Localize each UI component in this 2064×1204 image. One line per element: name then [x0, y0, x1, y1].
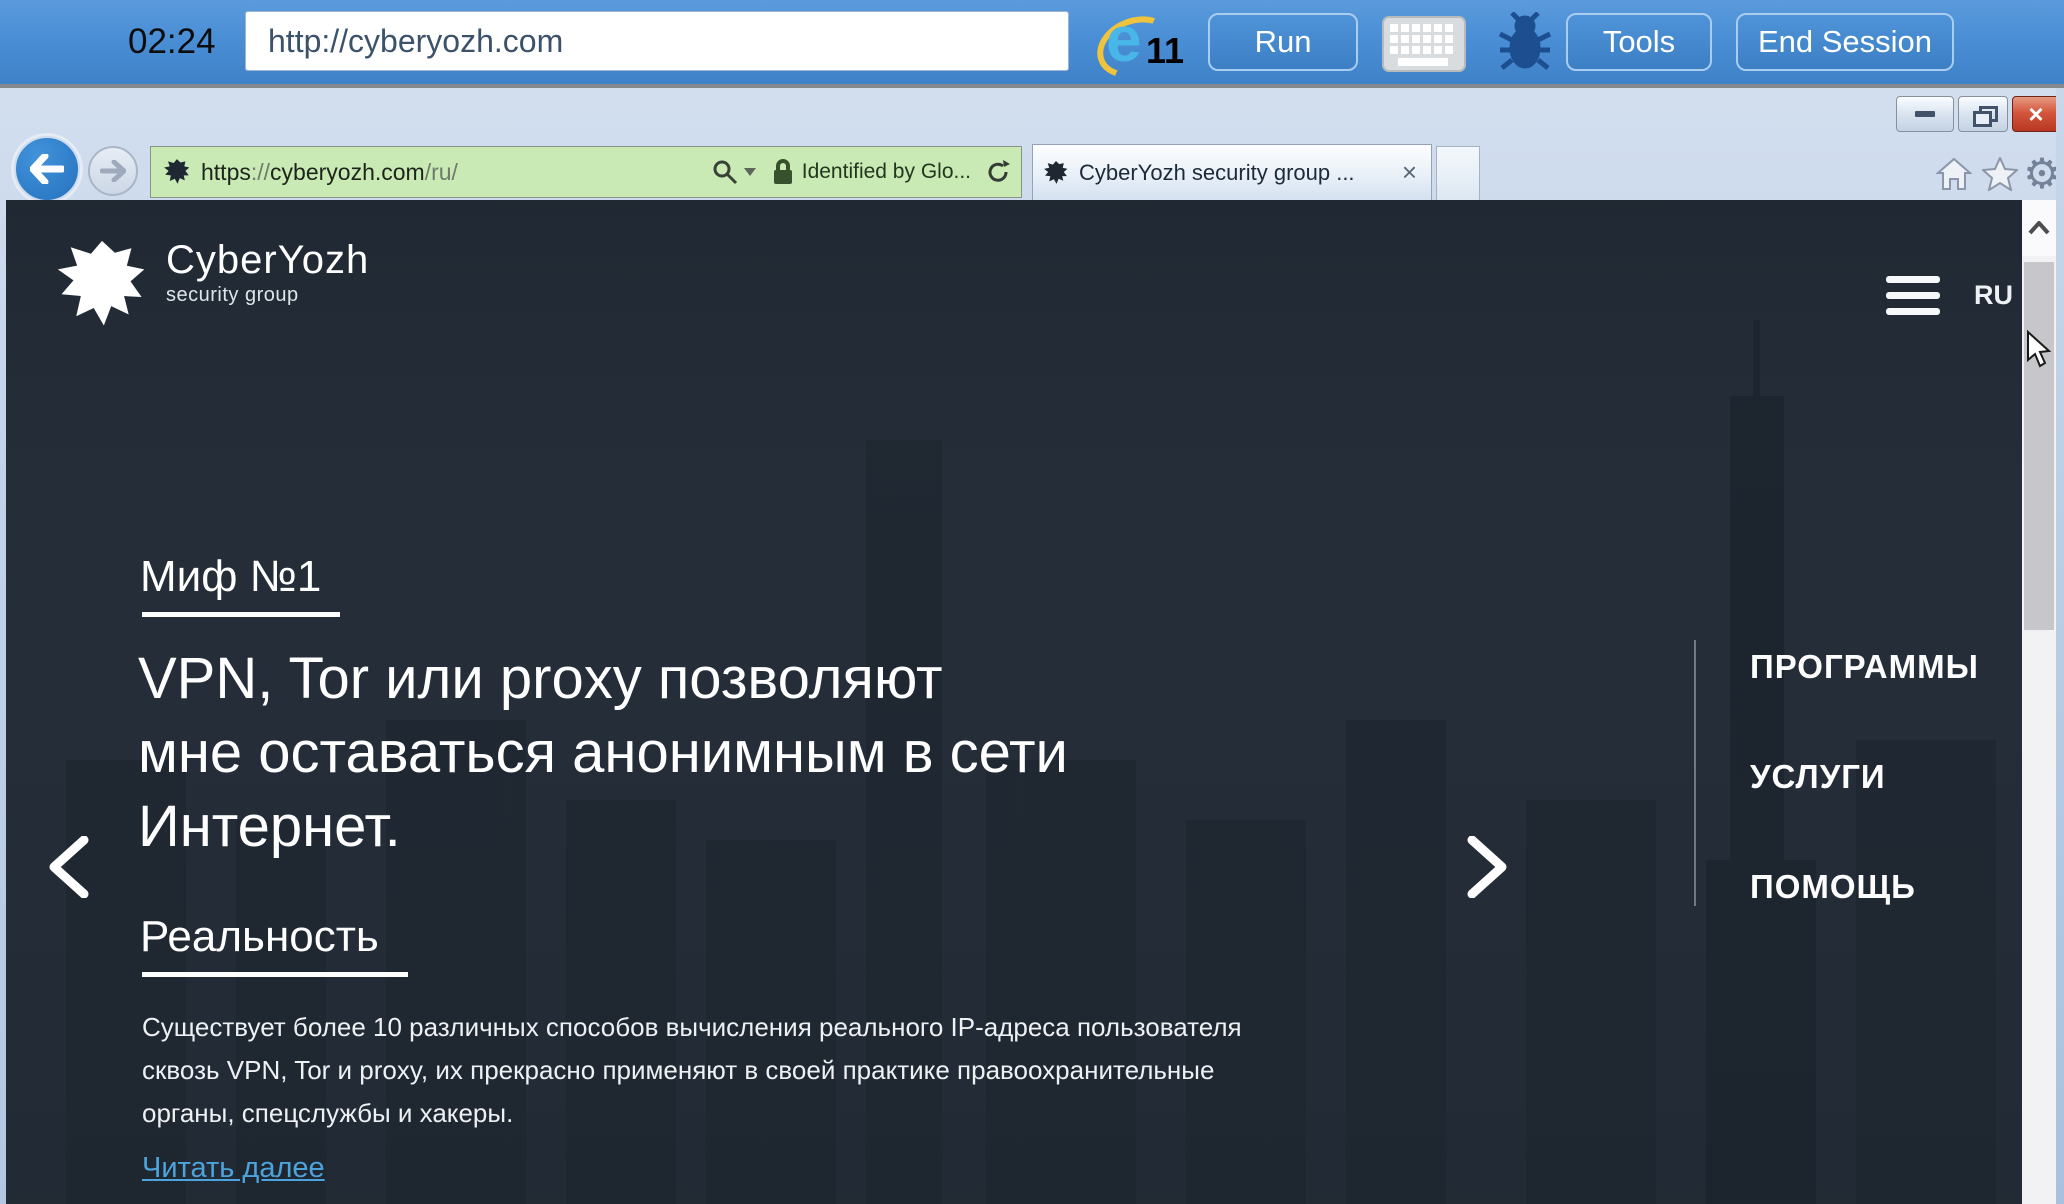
headline-line-1: VPN, Tor или proxy позволяют	[138, 646, 943, 711]
close-window-icon: ×	[2028, 98, 2044, 129]
url-scheme: https	[201, 158, 251, 185]
search-dropdown-icon[interactable]	[742, 166, 758, 178]
ie-version-badge: 11	[1146, 30, 1185, 71]
menu-item-help[interactable]: ПОМОЩЬ	[1750, 868, 1916, 906]
carousel-next-icon[interactable]	[1466, 835, 1510, 903]
menu-item-programs[interactable]: ПРОГРАММЫ	[1750, 648, 1979, 686]
ie11-logo-icon: e 11	[1087, 3, 1186, 89]
body-line-1: Существует более 10 различных способов в…	[142, 1012, 1242, 1042]
tab-favicon	[1044, 160, 1068, 184]
window-border	[0, 84, 2064, 88]
url-domain: cyberyozh.com	[270, 158, 425, 185]
session-url-input[interactable]	[245, 11, 1069, 71]
site-favicon	[164, 159, 190, 184]
bug-icon[interactable]	[1498, 11, 1552, 77]
headline-line-2: мне оставаться анонимным в сети	[138, 720, 1068, 785]
menu-hamburger-icon[interactable]	[1886, 276, 1940, 318]
site-logo-text: CyberYozh security group	[166, 238, 369, 332]
slide-headline: VPN, Tor или proxy позволяют мне остават…	[138, 642, 1068, 864]
window-border-right	[2056, 88, 2064, 1204]
home-icon[interactable]	[1934, 154, 1974, 194]
ie-e-icon: e	[1106, 3, 1142, 75]
restore-button[interactable]	[1958, 96, 2008, 132]
minimize-button[interactable]	[1896, 96, 1954, 132]
address-bar[interactable]: https://cyberyozh.com/ru/ Identified by …	[150, 146, 1022, 198]
new-tab-button[interactable]	[1436, 146, 1480, 200]
tools-button[interactable]: Tools	[1566, 13, 1712, 71]
session-toolbar: 02:24 e 11 Run	[0, 0, 2064, 89]
carousel-prev-icon[interactable]	[46, 835, 90, 903]
tab-close-icon[interactable]: ×	[1398, 157, 1421, 188]
subheading-underline	[142, 972, 408, 977]
forward-arrow-icon	[100, 160, 126, 182]
body-line-2: сквозь VPN, Tor и proxy, их прекрасно пр…	[142, 1055, 1215, 1085]
minimize-icon	[1915, 111, 1935, 117]
kicker-underline	[142, 612, 340, 617]
run-button[interactable]: Run	[1208, 13, 1358, 71]
language-selector[interactable]: RU	[1974, 280, 2013, 311]
screen: 02:24 e 11 Run	[0, 0, 2064, 1204]
session-timer: 02:24	[128, 22, 216, 61]
restore-icon	[1973, 106, 1998, 127]
tools-button-label: Tools	[1602, 24, 1676, 59]
read-more-link[interactable]: Читать далее	[142, 1152, 325, 1185]
logo-title: CyberYozh	[166, 238, 370, 282]
close-window-button[interactable]: ×	[2012, 96, 2060, 132]
mouse-cursor	[2026, 329, 2052, 373]
headline-line-3: Интернет.	[138, 794, 401, 859]
back-arrow-icon	[30, 154, 64, 184]
keyboard-icon[interactable]	[1382, 16, 1466, 77]
browser-tab[interactable]: CyberYozh security group ... ×	[1032, 144, 1432, 200]
lock-icon[interactable]	[772, 158, 794, 186]
favorites-star-icon[interactable]	[1980, 154, 2020, 194]
refresh-icon[interactable]	[985, 159, 1011, 185]
scrollbar-thumb[interactable]	[2024, 262, 2054, 630]
logo-subtitle: security group	[166, 284, 299, 306]
page-viewport: CyberYozh security group RU Миф №1 VPN, …	[6, 200, 2022, 1204]
address-url: https://cyberyozh.com/ru/	[201, 159, 458, 186]
tab-title: CyberYozh security group ...	[1079, 159, 1355, 185]
slide-kicker: Миф №1	[140, 552, 322, 601]
hedgehog-logo-icon	[57, 240, 145, 326]
body-line-3: органы, спецслужбы и хакеры.	[142, 1098, 514, 1128]
scroll-up-arrow[interactable]	[2022, 200, 2056, 256]
end-session-button-label: End Session	[1757, 24, 1933, 59]
back-button[interactable]	[14, 136, 80, 202]
site-logo[interactable]: CyberYozh security group	[56, 238, 369, 332]
end-session-button[interactable]: End Session	[1736, 13, 1954, 71]
search-icon[interactable]	[712, 159, 738, 185]
certificate-label[interactable]: Identified by Glo...	[802, 160, 971, 184]
run-button-label: Run	[1254, 24, 1312, 59]
slide-body: Существует более 10 различных способов в…	[142, 1006, 1242, 1135]
url-separator: ://	[250, 158, 271, 185]
url-path: /ru/	[424, 158, 458, 185]
forward-button[interactable]	[88, 146, 138, 196]
menu-divider	[1694, 640, 1696, 906]
slide-subheading: Реальность	[140, 912, 379, 961]
menu-item-services[interactable]: УСЛУГИ	[1750, 758, 1886, 796]
